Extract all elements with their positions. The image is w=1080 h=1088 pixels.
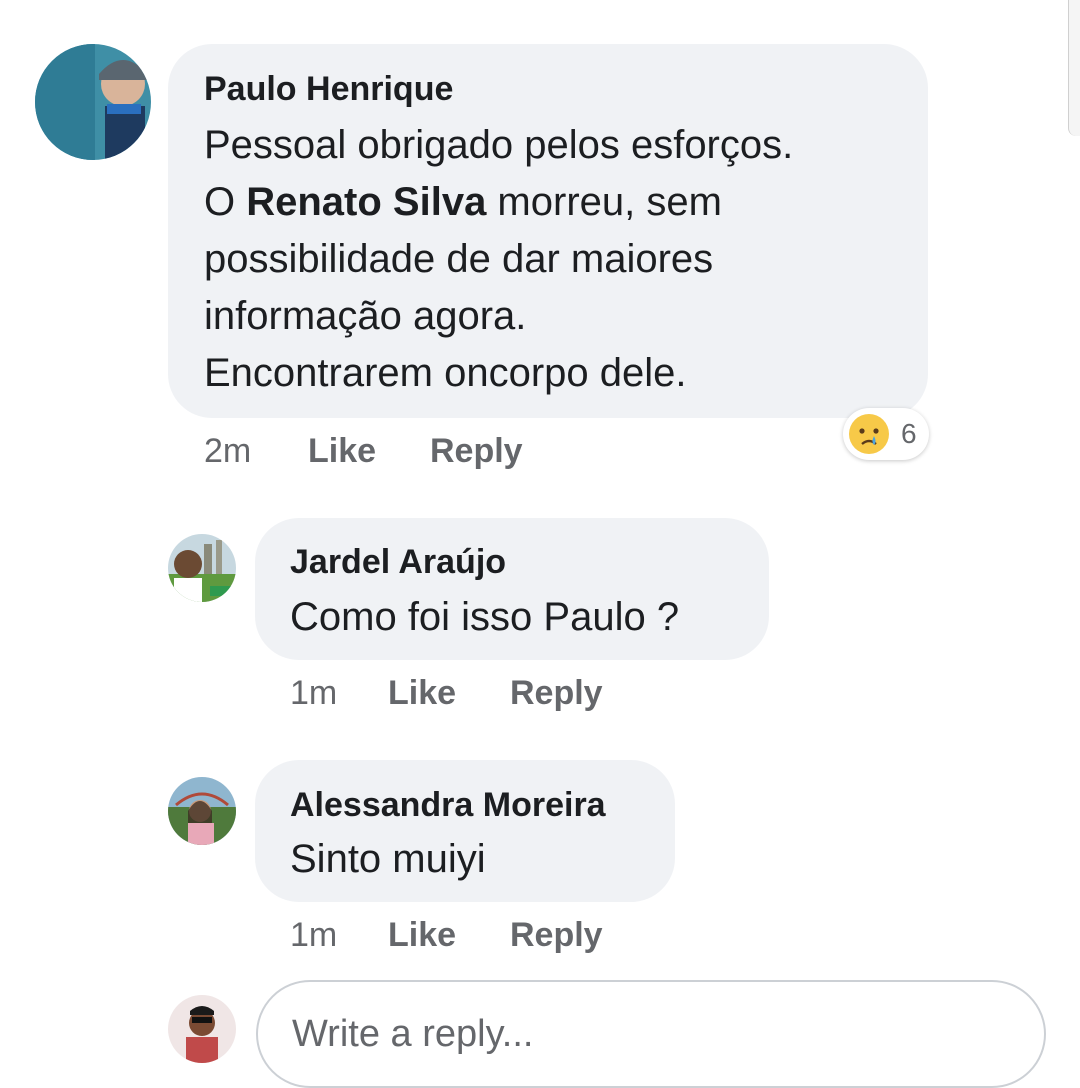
reaction-count: 6: [901, 418, 917, 449]
reply-button[interactable]: Reply: [510, 674, 603, 713]
comment-text-line: informação agora.: [204, 294, 527, 338]
reply-button[interactable]: Reply: [430, 432, 523, 471]
like-button[interactable]: Like: [308, 432, 376, 471]
avatar-alessandra-moreira[interactable]: [168, 777, 236, 845]
comment-text: Sinto muiyi: [290, 837, 486, 881]
comment-text-fragment: morreu, sem: [486, 180, 722, 224]
comment-text-line: Encontrarem oncorpo dele.: [204, 351, 687, 395]
reply-input-box[interactable]: [256, 980, 1046, 1088]
comment-text-line: possibilidade de dar maiores: [204, 237, 714, 281]
comment-author[interactable]: Alessandra Moreira: [290, 786, 606, 825]
mention-link[interactable]: Renato Silva: [246, 180, 486, 224]
like-button[interactable]: Like: [388, 674, 456, 713]
comment-author[interactable]: Jardel Araújo: [290, 543, 506, 582]
comment-text: Como foi isso Paulo ?: [290, 595, 680, 639]
avatar-paulo-henrique[interactable]: [35, 44, 151, 160]
current-user-avatar: [168, 995, 236, 1063]
like-button[interactable]: Like: [388, 916, 456, 955]
reaction-summary[interactable]: 6: [843, 408, 929, 460]
reply-input[interactable]: [290, 1010, 994, 1058]
reply-button[interactable]: Reply: [510, 916, 603, 955]
comment-text-line: Pessoal obrigado pelos esforços.: [204, 123, 794, 167]
avatar-jardel-araujo[interactable]: [168, 534, 236, 602]
comment-text-fragment: O: [204, 180, 247, 224]
comment-timestamp[interactable]: 2m: [204, 432, 251, 471]
comment-timestamp[interactable]: 1m: [290, 916, 337, 955]
scrollbar[interactable]: [1068, 0, 1080, 136]
sad-emoji-icon: [847, 412, 891, 456]
comment-timestamp[interactable]: 1m: [290, 674, 337, 713]
comment-author[interactable]: Paulo Henrique: [204, 70, 453, 109]
comment-text-line: O Renato Silva morreu, sem: [204, 174, 722, 231]
